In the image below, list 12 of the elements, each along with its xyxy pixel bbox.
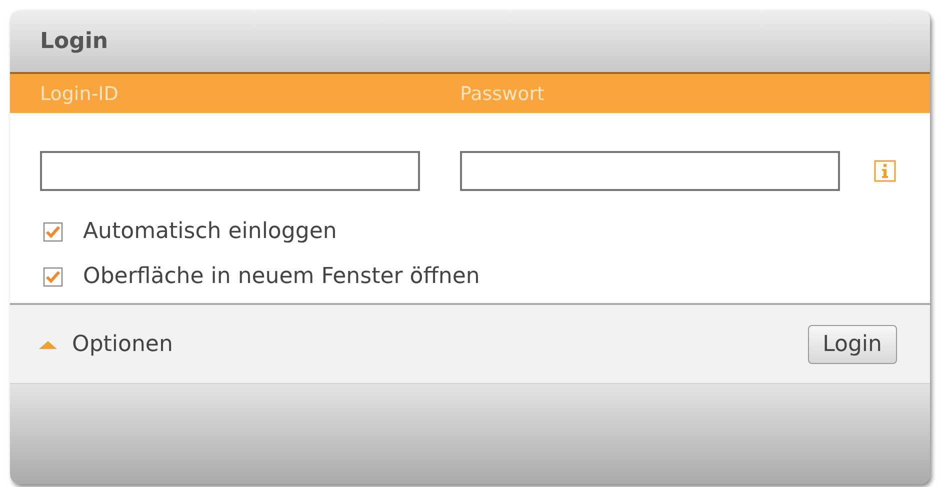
info-icon[interactable]: [874, 160, 896, 182]
checkbox-label: Oberfläche in neuem Fenster öffnen: [83, 264, 480, 289]
checkbox-label: Automatisch einloggen: [83, 219, 337, 244]
field-label: Passwort: [460, 82, 546, 104]
input-field[interactable]: [40, 151, 420, 191]
checkbox[interactable]: [43, 222, 63, 242]
checkbox[interactable]: [43, 266, 63, 286]
field-label: Login-ID: [40, 82, 120, 104]
login-button[interactable]: Login: [808, 324, 897, 364]
panel-title: Login: [40, 28, 108, 54]
options-toggle[interactable]: Optionen: [38, 332, 173, 356]
input-field[interactable]: [460, 151, 840, 191]
